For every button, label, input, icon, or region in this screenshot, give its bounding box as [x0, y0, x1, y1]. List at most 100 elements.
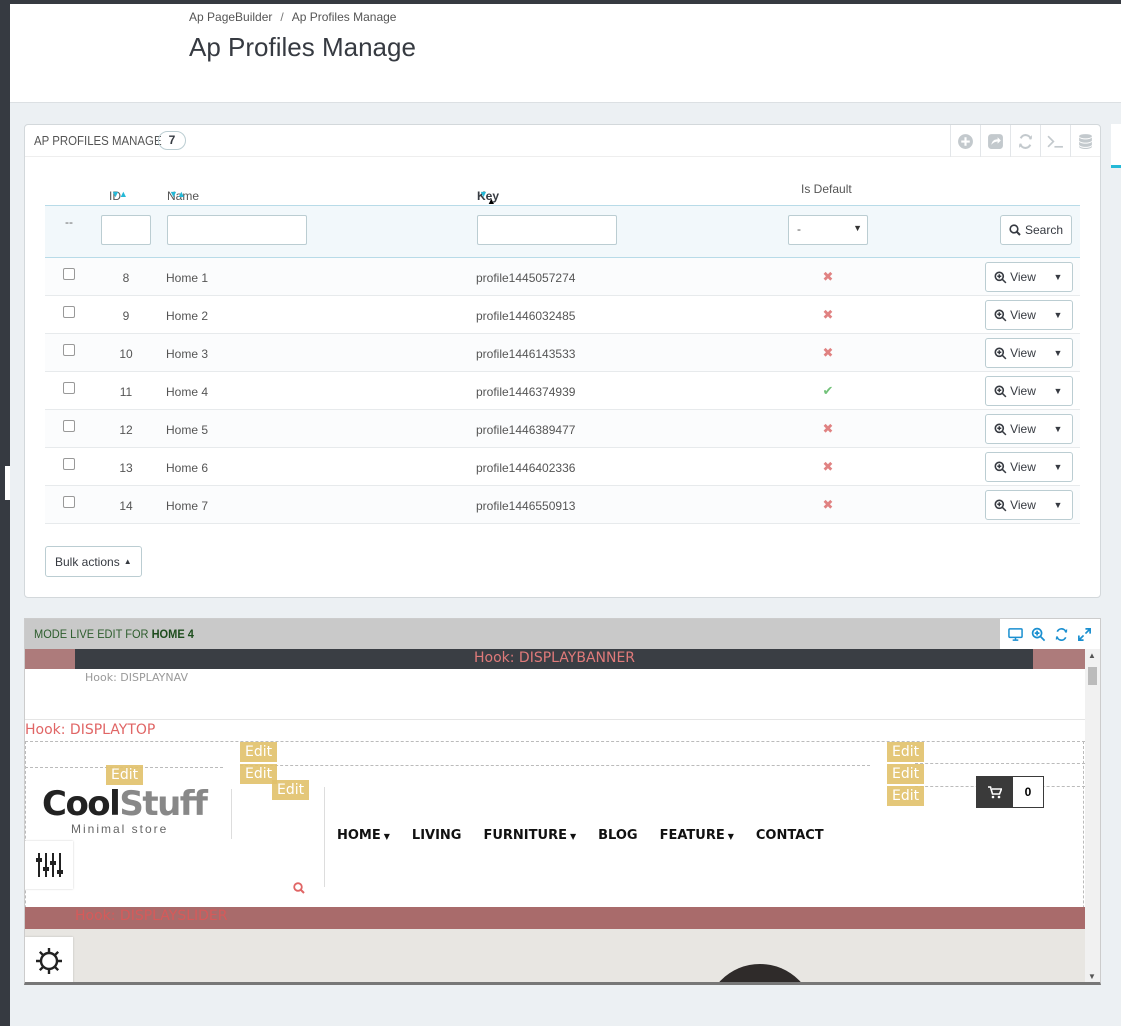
- banner-hook-bar[interactable]: Hook: DISPLAYBANNER: [25, 649, 1085, 669]
- row-actions-dropdown[interactable]: ▼: [1044, 491, 1072, 519]
- menu-item-living[interactable]: LIVING: [412, 828, 462, 843]
- sidebar-collapse-tab[interactable]: [5, 466, 10, 500]
- caret-down-icon: ▼: [1053, 348, 1063, 358]
- edit-top-button-1[interactable]: Edit: [240, 742, 278, 762]
- cross-icon[interactable]: ✖: [821, 307, 835, 323]
- row-actions: View ▼: [985, 376, 1073, 406]
- customize-panel-button[interactable]: [25, 841, 73, 889]
- cross-icon[interactable]: ✖: [821, 459, 835, 475]
- row-actions-dropdown[interactable]: ▼: [1044, 339, 1072, 367]
- edit-menu-button[interactable]: Edit: [272, 780, 310, 800]
- search-button-label: Search: [1024, 223, 1064, 237]
- view-button-label: View: [1010, 422, 1036, 436]
- row-actions-dropdown[interactable]: ▼: [1044, 453, 1072, 481]
- edit-logo-button[interactable]: Edit: [106, 765, 144, 785]
- table-row[interactable]: 12 Home 5 profile1446389477 ✖ View ▼: [45, 410, 1080, 448]
- export-button[interactable]: [980, 125, 1010, 157]
- row-checkbox[interactable]: [63, 458, 75, 470]
- menu-item-contact[interactable]: CONTACT: [756, 828, 824, 843]
- view-button[interactable]: View: [986, 301, 1044, 329]
- row-actions-dropdown[interactable]: ▼: [1044, 301, 1072, 329]
- row-actions-dropdown[interactable]: ▼: [1044, 377, 1072, 405]
- table-row[interactable]: 10 Home 3 profile1446143533 ✖ View ▼: [45, 334, 1080, 372]
- table-row[interactable]: 8 Home 1 profile1445057274 ✖ View ▼: [45, 258, 1080, 296]
- row-checkbox[interactable]: [63, 420, 75, 432]
- row-checkbox[interactable]: [63, 306, 75, 318]
- filter-default-select[interactable]: - ▼: [788, 215, 868, 245]
- sort-name-icon[interactable]: ▼▲: [169, 189, 186, 199]
- menu-item-label: FEATURE: [659, 828, 725, 843]
- refresh-list-button[interactable]: [1010, 125, 1040, 157]
- view-button-label: View: [1010, 346, 1036, 360]
- row-actions-dropdown[interactable]: ▼: [1044, 263, 1072, 291]
- view-button[interactable]: View: [986, 415, 1044, 443]
- view-button[interactable]: View: [986, 339, 1044, 367]
- view-button[interactable]: View: [986, 491, 1044, 519]
- row-actions-dropdown[interactable]: ▼: [1044, 415, 1072, 443]
- view-button[interactable]: View: [986, 453, 1044, 481]
- caret-down-icon: ▼: [1053, 386, 1063, 396]
- caret-down-icon: ▼: [727, 832, 734, 841]
- row-checkbox[interactable]: [63, 268, 75, 280]
- view-button[interactable]: View: [986, 377, 1044, 405]
- panel-toolbar: [950, 125, 1100, 157]
- menu-item-blog[interactable]: BLOG: [598, 828, 637, 843]
- hook-displaynav[interactable]: Hook: DISPLAYNAV: [85, 671, 188, 684]
- table-row[interactable]: 14 Home 7 profile1446550913 ✖ View ▼: [45, 486, 1080, 524]
- view-button[interactable]: View: [986, 263, 1044, 291]
- sql-query-button[interactable]: [1040, 125, 1070, 157]
- filter-name-input[interactable]: [167, 215, 307, 245]
- live-preview-frame: Hook: DISPLAYBANNER Hook: DISPLAYNAV Hoo…: [25, 649, 1085, 982]
- store-logo[interactable]: CoolStuff Minimal store: [42, 784, 208, 836]
- desktop-icon[interactable]: [1008, 627, 1023, 642]
- slider-hook-bar[interactable]: Hook: DISPLAYSLIDER: [25, 907, 1085, 929]
- fullscreen-icon[interactable]: [1077, 627, 1092, 642]
- menu-item-feature[interactable]: FEATURE ▼: [660, 828, 734, 843]
- row-checkbox[interactable]: [63, 382, 75, 394]
- search-icon: [1009, 224, 1021, 236]
- export-database-button[interactable]: [1070, 125, 1100, 157]
- hook-displaytop[interactable]: Hook: DISPLAYTOP: [25, 722, 155, 738]
- table-row[interactable]: 13 Home 6 profile1446402336 ✖ View ▼: [45, 448, 1080, 486]
- hook-displayslider: Hook: DISPLAYSLIDER: [75, 908, 228, 924]
- table-row[interactable]: 11 Home 4 profile1446374939 ✔ View ▼: [45, 372, 1080, 410]
- row-checkbox[interactable]: [63, 496, 75, 508]
- search-button[interactable]: Search: [1000, 215, 1072, 245]
- scroll-thumb[interactable]: [1088, 667, 1097, 685]
- search-icon[interactable]: [293, 882, 305, 894]
- filter-key-input[interactable]: [477, 215, 617, 245]
- refresh-preview-icon[interactable]: [1054, 627, 1069, 642]
- logo-wordmark: CoolStuff: [42, 784, 208, 824]
- table-row[interactable]: 9 Home 2 profile1446032485 ✖ View ▼: [45, 296, 1080, 334]
- add-new-button[interactable]: [950, 125, 980, 157]
- check-icon[interactable]: ✔: [821, 383, 835, 399]
- slider-image: [25, 929, 1085, 982]
- row-id: 10: [119, 347, 133, 361]
- settings-panel-button[interactable]: [25, 937, 73, 982]
- scroll-up-icon[interactable]: ▲: [1088, 651, 1096, 660]
- cart-button[interactable]: 0: [976, 776, 1044, 808]
- preview-scrollbar[interactable]: ▲ ▼: [1085, 649, 1100, 982]
- menu-item-home[interactable]: HOME ▼: [337, 828, 390, 843]
- edit-right-button-3[interactable]: Edit: [887, 786, 925, 806]
- nav-divider: [25, 719, 1085, 720]
- menu-item-furniture[interactable]: FURNITURE ▼: [483, 828, 576, 843]
- sort-id-icon[interactable]: ▼▲: [111, 189, 128, 199]
- edit-right-button-2[interactable]: Edit: [887, 764, 925, 784]
- caret-down-icon: ▼: [1053, 462, 1063, 472]
- left-sidebar: [0, 0, 10, 1026]
- zoom-in-icon[interactable]: [1031, 627, 1046, 642]
- row-checkbox[interactable]: [63, 344, 75, 356]
- cross-icon[interactable]: ✖: [821, 421, 835, 437]
- view-button-label: View: [1010, 270, 1036, 284]
- cross-icon[interactable]: ✖: [821, 345, 835, 361]
- filter-id-input[interactable]: [101, 215, 151, 245]
- cross-icon[interactable]: ✖: [821, 497, 835, 513]
- cross-icon[interactable]: ✖: [821, 269, 835, 285]
- right-help-tab[interactable]: [1111, 124, 1121, 168]
- edit-right-button-1[interactable]: Edit: [887, 742, 925, 762]
- scroll-down-icon[interactable]: ▼: [1088, 972, 1096, 981]
- bulk-actions-button[interactable]: Bulk actions ▲: [45, 546, 142, 577]
- breadcrumb-parent[interactable]: Ap PageBuilder: [189, 10, 272, 24]
- sort-key-icon[interactable]: ▼ ▲: [479, 189, 496, 206]
